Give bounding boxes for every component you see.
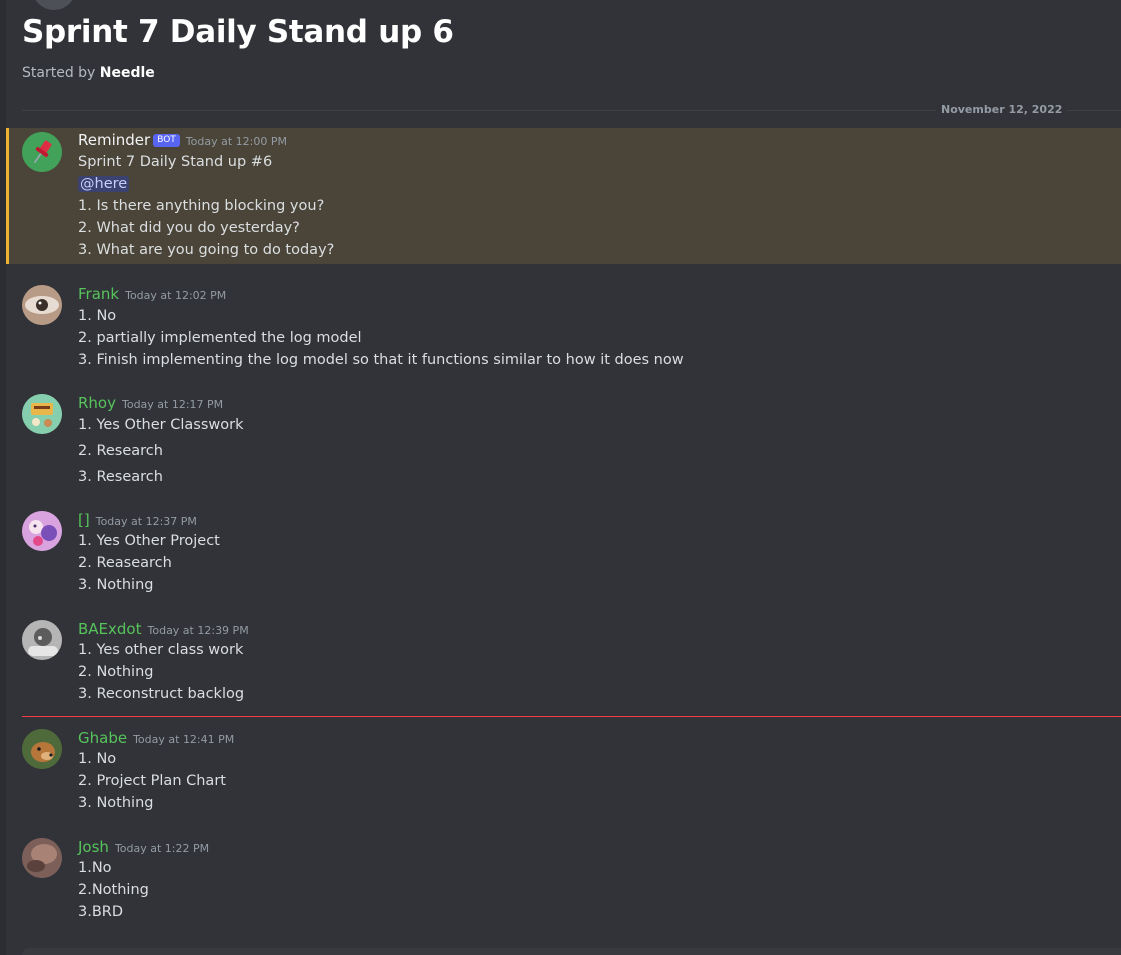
message-line: 3.BRD [78,904,124,920]
message-line: 2. Reasearch [78,555,172,571]
message-header: Rhoy Today at 12:17 PM [78,392,223,414]
timestamp[interactable]: Today at 12:17 PM [122,398,223,411]
date-divider: November 12, 2022 [22,101,1121,119]
message-line: 1. Yes other class work [78,642,244,658]
message-line: 3. Reconstruct backlog [78,686,245,702]
message-line: 1. Yes Other Project [78,533,220,549]
message-header: [] Today at 12:37 PM [78,509,197,531]
username[interactable]: Josh [78,838,109,856]
message-frank[interactable]: Frank Today at 12:02 PM 1. No 2. partiall… [0,283,1121,373]
dog-photo-icon [22,729,62,769]
message-reminder[interactable]: Reminder BOT Today at 12:00 PM Sprint 7 Da… [6,128,1121,264]
timestamp[interactable]: Today at 1:22 PM [115,842,209,855]
message-line: 3. Nothing [78,795,154,811]
thread-title: Sprint 7 Daily Stand up 6 [22,14,454,50]
message-line: 2. partially implemented the log model [78,330,362,346]
message-line: 3. Finish implementing the log model so … [78,352,684,368]
person-photo-icon [22,620,62,660]
avatar[interactable] [22,511,62,551]
timestamp[interactable]: Today at 12:00 PM [186,135,287,148]
message-line: 2.Nothing [78,882,149,898]
username[interactable]: Rhoy [78,394,116,412]
anime-art-icon [22,511,62,551]
avatar[interactable] [22,620,62,660]
game-art-icon [22,394,62,434]
username[interactable]: Reminder [78,131,150,149]
message-line: 1. Yes Other Classwork [78,417,244,433]
message-ghabe[interactable]: Ghabe Today at 12:41 PM 1. No 2. Project … [0,727,1121,817]
avatar[interactable] [22,394,62,434]
thread-icon [32,0,76,10]
avatar[interactable] [22,838,62,878]
message-header: BAExdot Today at 12:39 PM [78,618,249,640]
person-photo-icon [22,838,62,878]
message-baexdot[interactable]: BAExdot Today at 12:39 PM 1. Yes other cl… [0,618,1121,708]
message-header: Ghabe Today at 12:41 PM [78,727,234,749]
bot-tag: BOT [153,134,180,147]
avatar[interactable] [22,729,62,769]
message-line: 3. Nothing [78,577,154,593]
message-line: Sprint 7 Daily Stand up #6 [78,154,273,170]
message-line: 1. Is there anything blocking you? [78,198,325,214]
message-line: 1. No [78,308,117,324]
timestamp[interactable]: Today at 12:39 PM [148,624,249,637]
message-josh[interactable]: Josh Today at 1:22 PM 1.No 2.Nothing 3.BR… [0,836,1121,926]
message-line: 2. Research [78,443,163,459]
pushpin-icon [22,132,62,172]
message-line: 2. Nothing [78,664,154,680]
username[interactable]: Frank [78,285,119,303]
message-brackets[interactable]: [] Today at 12:37 PM 1. Yes Other Project… [0,509,1121,599]
thread-view: Sprint 7 Daily Stand up 6 Started by Nee… [0,0,1121,955]
date-divider-label: November 12, 2022 [936,103,1068,116]
timestamp[interactable]: Today at 12:41 PM [133,733,234,746]
avatar[interactable] [22,132,62,172]
thread-started-by: Started by Needle [22,65,155,81]
message-header: Frank Today at 12:02 PM [78,283,226,305]
here-mention[interactable]: @here [78,176,130,192]
avatar[interactable] [22,285,62,325]
message-line: 3. What are you going to do today? [78,242,335,258]
message-header: Josh Today at 1:22 PM [78,836,209,858]
timestamp[interactable]: Today at 12:37 PM [96,515,197,528]
username[interactable]: Ghabe [78,729,127,747]
started-by-label: Started by [22,65,100,81]
message-line: 1. No [78,751,117,767]
username[interactable]: [] [78,511,90,529]
eye-photo-icon [22,285,62,325]
message-line: 1.No [78,860,112,876]
message-line: @here [78,173,130,195]
new-messages-divider [22,716,1121,717]
message-input-box[interactable] [22,948,1121,955]
message-line: 2. Project Plan Chart [78,773,226,789]
username[interactable]: BAExdot [78,620,142,638]
timestamp[interactable]: Today at 12:02 PM [125,289,226,302]
message-line: 3. Research [78,469,163,485]
thread-author[interactable]: Needle [100,65,155,81]
message-rhoy[interactable]: Rhoy Today at 12:17 PM 1. Yes Other Class… [0,392,1121,490]
message-header: Reminder BOT Today at 12:00 PM [78,129,287,151]
message-line: 2. What did you do yesterday? [78,220,300,236]
